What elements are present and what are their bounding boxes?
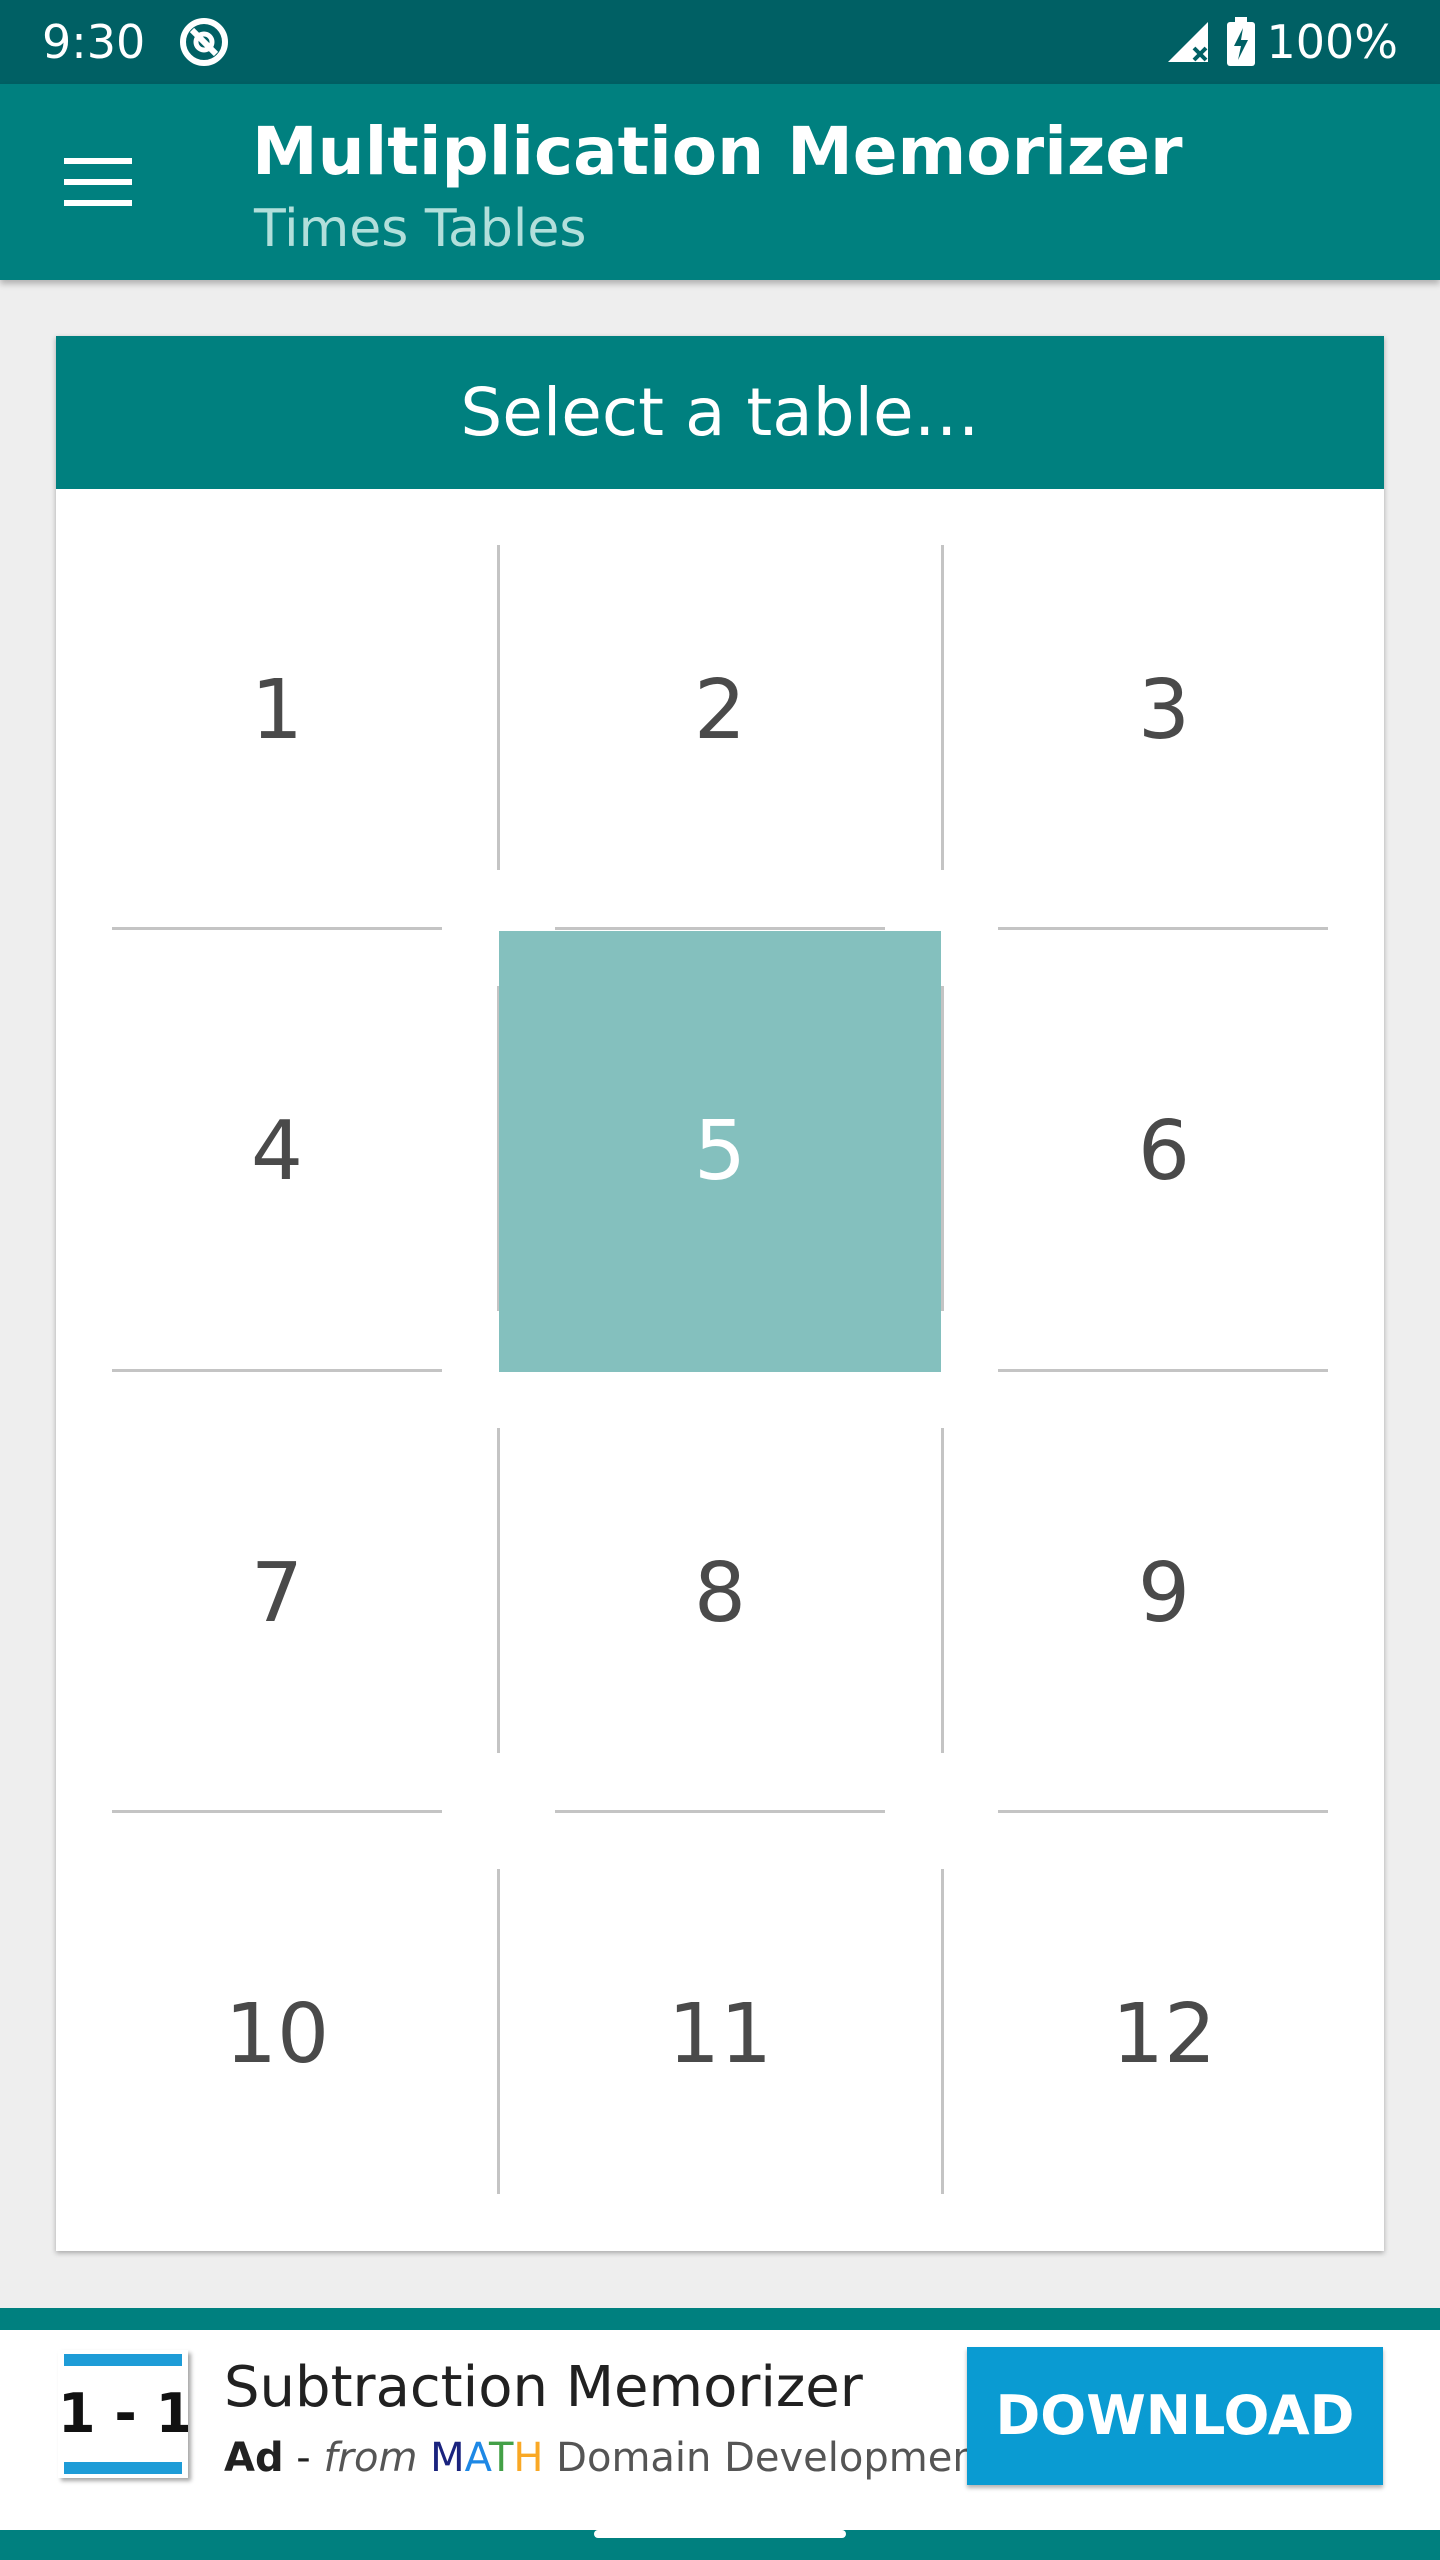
table-button-1[interactable]: 1 [56, 490, 498, 931]
grid-divider [497, 545, 500, 870]
table-button-2[interactable]: 2 [499, 490, 941, 931]
ad-developer: Domain Development [556, 2435, 994, 2481]
ad-separator: - [283, 2435, 324, 2481]
ad-brand-letter: A [464, 2435, 489, 2481]
app-notification-icon [180, 18, 228, 66]
grid-divider [941, 1869, 944, 2194]
battery-percentage: 100% [1266, 15, 1398, 69]
table-button-6[interactable]: 6 [943, 931, 1385, 1372]
table-button-11[interactable]: 11 [499, 1814, 941, 2255]
table-grid: 1 2 3 4 5 6 7 8 9 10 11 12 [56, 490, 1384, 2251]
ad-from-label: from [323, 2435, 418, 2481]
status-time: 9:30 [42, 15, 146, 69]
ad-subtitle: Ad - from MATH Domain Development [224, 2432, 993, 2484]
ad-brand-letter: T [488, 2435, 514, 2481]
ad-banner[interactable]: 1 - 1 Subtraction Memorizer Ad - from MA… [0, 2330, 1440, 2551]
table-button-12[interactable]: 12 [943, 1814, 1385, 2255]
ad-logo-bar-top [64, 2354, 182, 2366]
table-button-8[interactable]: 8 [499, 1373, 941, 1814]
grid-divider [941, 986, 944, 1311]
ad-logo-text: 1 - 1 [58, 2382, 188, 2445]
grid-divider [941, 545, 944, 870]
app-bar: Multiplication Memorizer Times Tables [0, 84, 1440, 280]
ad-brand-letter: M [430, 2435, 465, 2481]
grid-divider [998, 1810, 1328, 1813]
table-button-4[interactable]: 4 [56, 931, 498, 1372]
grid-divider [998, 927, 1328, 930]
ad-app-title[interactable]: Subtraction Memorizer [224, 2352, 863, 2424]
table-button-10[interactable]: 10 [56, 1814, 498, 2255]
app-subtitle: Times Tables [254, 199, 587, 259]
grid-divider [112, 1369, 442, 1372]
status-right-group: 100% [1164, 14, 1398, 70]
ad-brand-letter: H [513, 2435, 544, 2481]
ad-label: Ad [224, 2435, 284, 2481]
ad-banner-strip [0, 2308, 1440, 2330]
card-header: Select a table… [56, 336, 1384, 489]
table-button-3[interactable]: 3 [943, 490, 1385, 931]
grid-divider [112, 1810, 442, 1813]
signal-icon [1168, 22, 1209, 62]
download-button[interactable]: DOWNLOAD [967, 2347, 1383, 2485]
grid-divider [555, 1810, 885, 1813]
home-gesture-handle[interactable] [594, 2530, 846, 2538]
battery-charging-icon [1227, 17, 1256, 66]
grid-divider [941, 1428, 944, 1753]
status-bar: 9:30 100% [0, 0, 1440, 84]
ad-app-logo[interactable]: 1 - 1 [58, 2350, 188, 2478]
hamburger-menu-icon[interactable] [64, 156, 132, 208]
grid-divider [555, 927, 885, 930]
app-title: Multiplication Memorizer [252, 113, 1183, 190]
table-button-7[interactable]: 7 [56, 1373, 498, 1814]
grid-divider [998, 1369, 1328, 1372]
grid-divider [497, 1869, 500, 2194]
table-button-9[interactable]: 9 [943, 1373, 1385, 1814]
table-button-5[interactable]: 5 [499, 931, 941, 1372]
grid-divider [112, 927, 442, 930]
grid-divider [497, 1428, 500, 1753]
ad-logo-bar-bottom [64, 2462, 182, 2474]
